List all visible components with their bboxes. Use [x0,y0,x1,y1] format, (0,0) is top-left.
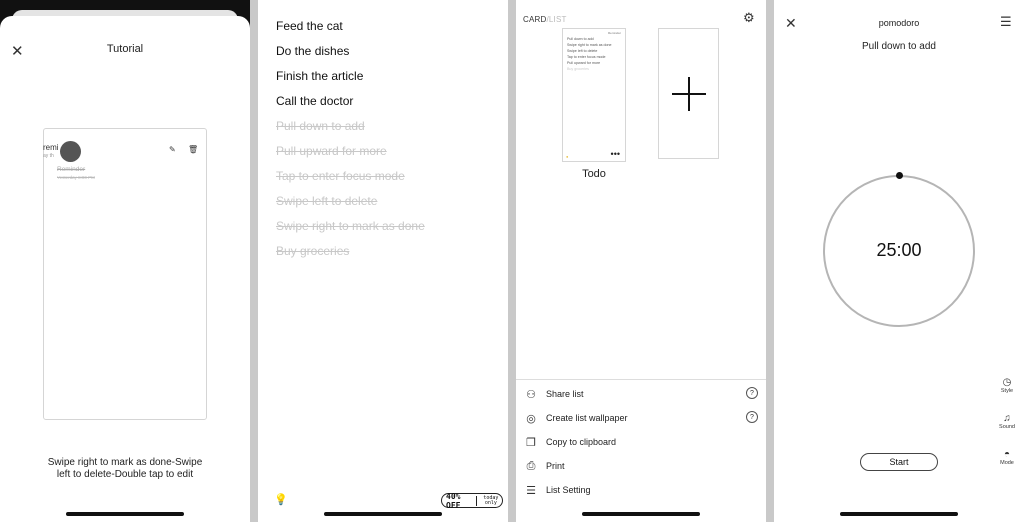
sound-icon: ♫ [1003,413,1011,424]
person-add-icon: ⚇ [526,388,536,401]
home-indicator [324,512,442,516]
sound-button[interactable]: ♫ Sound [993,413,1021,430]
menu-item-label: Create list wallpaper [546,413,628,423]
side-button-label: Style [1000,388,1014,394]
demo-item-title: Reminder [57,166,86,173]
view-toggle[interactable]: CARD/LIST [523,15,567,24]
mini-card-title: Reminder [607,31,621,35]
home-indicator [582,512,700,516]
home-indicator [840,512,958,516]
menu-item-create-list-wallpaper[interactable]: ◎ Create list wallpaper? [516,407,766,429]
gear-icon[interactable]: ⚙ [743,10,755,26]
edit-icon[interactable]: ✎ [169,145,176,154]
menu-item-label: List Setting [546,485,591,495]
mini-card-faded-line: Buy groceries [567,67,589,71]
help-icon[interactable]: ? [746,411,758,423]
pomodoro-subtitle: Pull down to add [862,41,936,52]
add-card-button[interactable] [658,28,719,159]
menu-item-print[interactable]: ⎙ Print [516,455,766,477]
pomodoro-panel: ✕ pomodoro ☰ Pull down to add 25:00 ◷ Sty… [774,0,1024,522]
reminder-label: remi [43,143,59,152]
start-button[interactable]: Start [860,453,938,471]
task-item[interactable]: Feed the cat [276,18,425,43]
menu-item-copy-to-clipboard[interactable]: ❐ Copy to clipboard [516,431,766,453]
todo-list-panel: Feed the cat Do the dishes Finish the arti… [258,0,508,522]
task-item[interactable]: Do the dishes [276,43,425,68]
mode-icon: ◓ [1003,449,1011,460]
tutorial-caption: Swipe right to mark as done-Swipe left t… [47,457,203,480]
completed-task[interactable]: Pull upward for more [276,143,425,168]
menu-item-label: Share list [546,389,584,399]
touch-indicator [60,141,81,162]
lightbulb-icon: ● [566,154,569,159]
task-item[interactable]: Call the doctor [276,93,425,118]
promo-badge[interactable]: 40% OFF today only [441,491,503,510]
style-button[interactable]: ◷ Style [993,377,1021,394]
card-name: Todo [582,168,606,180]
task-item[interactable]: Finish the article [276,68,425,93]
card-view-label[interactable]: CARD [523,15,546,24]
style-icon: ◷ [1002,377,1012,388]
action-sheet: ⚇ Share list? ◎ Create list wallpaper? ❐ Copy… [516,379,766,522]
promo-note: today only [475,495,502,506]
completed-task[interactable]: Swipe right to mark as done [276,218,425,243]
wallpaper-icon: ◎ [526,412,536,425]
mode-button[interactable]: ◓ Mode [993,449,1021,466]
tutorial-panel: ✕ Tutorial remi ay th ✎ 🗑 Reminder Yeste… [0,0,250,522]
mini-card-lines: Pull down to add Swipe right to mark as d… [563,37,625,67]
copy-icon: ❐ [526,436,536,449]
todo-list: Feed the cat Do the dishes Finish the arti… [276,18,425,268]
reminder-sublabel: ay th [43,153,54,159]
printer-icon: ⎙ [526,459,536,472]
tutorial-demo-card: remi ay th ✎ 🗑 Reminder Yesterday 8:00 P… [43,128,207,420]
side-button-label: Mode [1000,460,1014,466]
cards-panel: CARD/LIST ⚙ Reminder Pull down to add Swi… [516,0,766,522]
tutorial-title: Tutorial [106,43,144,55]
menu-item-share-list[interactable]: ⚇ Share list? [516,383,766,405]
list-view-label[interactable]: LIST [549,15,567,24]
tutorial-sheet: ✕ Tutorial remi ay th ✎ 🗑 Reminder Yeste… [0,16,250,522]
completed-task[interactable]: Buy groceries [276,243,425,268]
more-options-icon[interactable]: ••• [611,149,620,159]
help-icon[interactable]: ? [746,387,758,399]
menu-icon[interactable]: ☰ [1000,14,1012,30]
lightbulb-icon[interactable]: 💡 [274,493,288,506]
plus-icon-vertical [688,77,690,111]
menu-item-label: Copy to clipboard [546,437,617,447]
home-indicator [66,512,184,516]
sliders-icon: ☰ [526,484,536,497]
completed-task[interactable]: Pull down to add [276,118,425,143]
completed-task[interactable]: Swipe left to delete [276,193,425,218]
pomodoro-title: pomodoro [878,18,920,28]
todo-card[interactable]: Reminder Pull down to add Swipe right to … [562,28,626,162]
completed-task[interactable]: Tap to enter focus mode [276,168,425,193]
timer-knob[interactable] [896,172,903,179]
menu-item-label: Print [546,461,565,471]
demo-item-time: Yesterday 8:00 PM [57,175,95,180]
trash-icon[interactable]: 🗑 [188,145,198,154]
promo-discount: 40% OFF [446,491,461,510]
side-button-label: Sound [999,424,1015,430]
timer-display: 25:00 [876,240,922,260]
menu-item-list-setting[interactable]: ☰ List Setting [516,479,766,501]
